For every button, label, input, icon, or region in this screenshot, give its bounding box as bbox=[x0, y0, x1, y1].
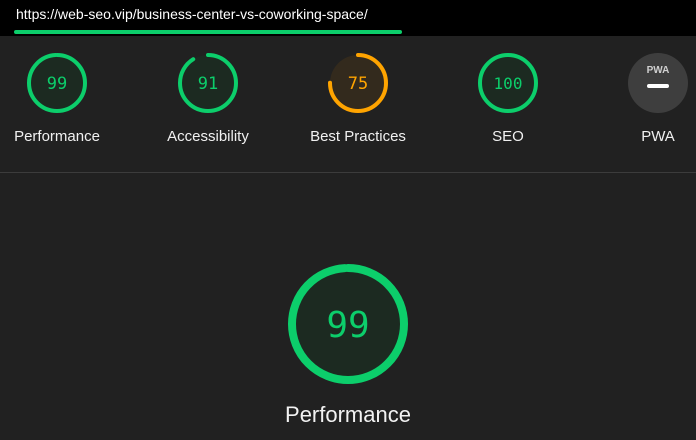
gauge-score: 100 bbox=[494, 74, 523, 93]
pwa-badge-text: PWA bbox=[647, 65, 670, 76]
main-gauge-performance: 99 Performance bbox=[0, 262, 696, 428]
page-url[interactable]: https://web-seo.vip/business-center-vs-c… bbox=[16, 6, 368, 22]
gauge-pwa[interactable]: PWA PWA bbox=[603, 52, 696, 145]
main-gauge-score: 99 bbox=[326, 305, 369, 346]
gauge-ring-best-practices: 75 bbox=[328, 53, 388, 113]
gauge-accessibility[interactable]: 91 Accessibility bbox=[153, 52, 263, 145]
gauge-label: Best Practices bbox=[310, 128, 406, 145]
address-bar: https://web-seo.vip/business-center-vs-c… bbox=[0, 0, 696, 36]
main-gauge-label: Performance bbox=[285, 402, 411, 427]
pwa-badge-icon: PWA bbox=[628, 53, 688, 113]
category-gauges: 99 Performance 91 Accessibility 75 Best … bbox=[0, 36, 696, 172]
main-gauge-ring: 99 bbox=[288, 264, 408, 384]
gauge-label: SEO bbox=[492, 128, 524, 145]
load-progress-bar bbox=[14, 30, 402, 34]
gauge-label: PWA bbox=[641, 128, 675, 145]
gauge-performance[interactable]: 99 Performance bbox=[2, 52, 112, 145]
gauge-score: 75 bbox=[348, 74, 368, 94]
gauge-score: 99 bbox=[47, 74, 67, 94]
section-divider bbox=[0, 172, 696, 173]
pwa-badge-dash bbox=[647, 84, 669, 88]
gauge-ring-seo: 100 bbox=[478, 53, 538, 113]
pwa-badge-bg bbox=[628, 53, 688, 113]
gauge-label: Accessibility bbox=[167, 128, 249, 145]
gauge-seo[interactable]: 100 SEO bbox=[453, 52, 563, 145]
gauge-score: 91 bbox=[198, 74, 218, 94]
gauge-best-practices[interactable]: 75 Best Practices bbox=[303, 52, 413, 145]
gauge-label: Performance bbox=[14, 128, 100, 145]
gauge-ring-performance: 99 bbox=[27, 53, 87, 113]
gauge-ring-accessibility: 91 bbox=[178, 53, 238, 113]
